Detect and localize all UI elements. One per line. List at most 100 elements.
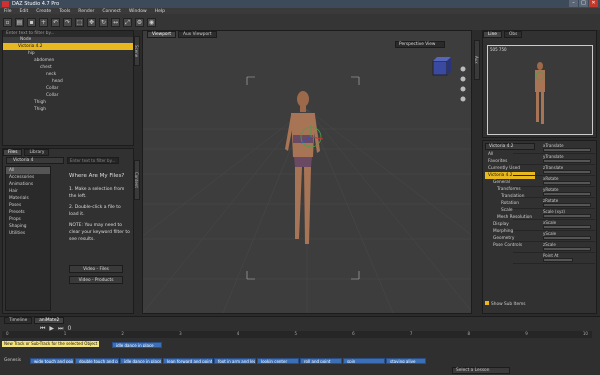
scene-item[interactable]: neck [3,71,133,78]
tick: 6 [352,331,355,336]
clip[interactable]: idle dance in place [120,358,162,364]
category-item[interactable]: Shaping [6,223,50,230]
clip[interactable]: roll and point [300,358,342,364]
clip-upper[interactable]: idle dance in place [112,342,162,348]
viewport-panel[interactable]: Viewport Aux Viewport Perspective View [142,30,472,314]
param-slider[interactable] [543,236,591,240]
scene-item[interactable]: abdomen [3,57,133,64]
clip[interactable]: spin [343,358,385,364]
tab-aux-viewport[interactable]: Aux Viewport [178,31,217,38]
category-item[interactable]: Presets [6,209,50,216]
scene-item-figure[interactable]: Victoria 4.2 [3,43,133,50]
rotate-tool-icon[interactable]: ↻ [99,17,108,27]
scene-item[interactable]: Thigh [3,99,133,106]
tab-animate2[interactable]: aniMate2 [34,317,65,324]
tab-viewport[interactable]: Viewport [147,31,177,38]
view-cube-icon[interactable] [432,57,451,76]
scene-item[interactable]: hip [3,50,133,57]
files-dropdown[interactable]: Victoria 4 [6,157,64,164]
scene-3d-view[interactable] [143,39,471,313]
param-y-translate[interactable]: yTranslate [513,154,595,165]
clip[interactable]: double touch and point [75,358,119,364]
param-z-translate[interactable]: zTranslate [513,165,595,176]
clip[interactable]: lean forward and point [163,358,213,364]
param-y-scale[interactable]: yScale [513,231,595,242]
param-z-rotate[interactable]: zRotate [513,198,595,209]
param-slider[interactable] [543,225,591,229]
timeline-ruler[interactable]: 0 1 2 3 4 5 6 7 8 9 10 [2,331,592,338]
clip[interactable]: wide touch and point [30,358,74,364]
menu-file[interactable]: File [4,9,12,14]
scene-item[interactable]: head [3,78,133,85]
param-slider[interactable] [543,214,591,218]
aux-side-tab[interactable]: Aux [474,40,480,80]
category-item-selected[interactable]: All [6,167,50,174]
category-item[interactable]: Utilities [6,230,50,237]
lesson-select[interactable]: Select a Lesson [452,367,510,374]
render-settings-icon[interactable]: ⚙ [135,17,144,27]
param-slider[interactable] [543,170,591,174]
scene-item[interactable]: Collar [3,92,133,99]
menu-tools[interactable]: Tools [59,9,70,14]
param-slider[interactable] [543,192,591,196]
clip[interactable]: staying alive [386,358,426,364]
param-y-rotate[interactable]: yRotate [513,187,595,198]
param-scale[interactable]: Scale (xyz) [513,209,595,220]
tab-line[interactable]: Line [483,31,502,38]
scale-tool-icon[interactable]: ⤢ [123,17,132,27]
scene-item[interactable]: chest [3,64,133,71]
param-slider[interactable] [543,203,591,207]
merge-icon[interactable]: + [39,17,48,27]
node-selection-icon[interactable]: ⬚ [75,17,84,27]
category-item[interactable]: Materials [6,195,50,202]
close-button[interactable]: ✕ [589,0,598,7]
camera-controls[interactable] [460,66,466,102]
render-icon[interactable]: ◉ [147,17,156,27]
content-side-tab[interactable]: Content [134,160,140,200]
param-x-rotate[interactable]: xRotate [513,176,595,187]
menu-connect[interactable]: Connect [102,9,121,14]
universal-tool-icon[interactable]: ✥ [87,17,96,27]
redo-icon[interactable]: ↷ [63,17,72,27]
scene-item[interactable]: Thigh [3,106,133,113]
param-slider[interactable] [543,181,591,185]
category-item[interactable]: Hair [6,188,50,195]
tab-library[interactable]: Library [24,149,50,156]
open-icon[interactable]: ▤ [15,17,24,27]
param-z-scale[interactable]: zScale [513,242,595,253]
save-icon[interactable]: ▪ [27,17,36,27]
tab-files[interactable]: Files [3,149,23,156]
undo-icon[interactable]: ↶ [51,17,60,27]
video-products-button[interactable]: Video - Products [69,276,123,284]
scene-side-tab[interactable]: Scene [134,36,140,66]
tab-timeline[interactable]: Timeline [4,317,33,324]
menu-help[interactable]: Help [155,9,165,14]
param-point-at[interactable]: Point At [513,253,595,264]
category-item[interactable]: Accessories [6,174,50,181]
clip[interactable]: lookin center [257,358,299,364]
param-dropdown[interactable] [543,258,573,262]
menu-window[interactable]: Window [129,9,147,14]
menu-edit[interactable]: Edit [20,9,29,14]
new-scene-icon[interactable]: ▫ [3,17,12,27]
tab-obs[interactable]: Obs [503,31,523,38]
category-item[interactable]: Animations [6,181,50,188]
param-slider[interactable] [543,159,591,163]
menu-create[interactable]: Create [36,9,51,14]
category-item[interactable]: Poses [6,202,50,209]
param-slider[interactable] [543,148,591,152]
files-filter-input[interactable]: Enter text to filter by... [67,157,119,164]
menu-render[interactable]: Render [78,9,94,14]
category-item[interactable]: Props [6,216,50,223]
param-x-translate[interactable]: xTranslate [513,143,595,154]
maximize-button[interactable]: □ [579,0,588,7]
video-files-button[interactable]: Video - Files [69,265,123,273]
clip[interactable]: foot in arm and leg [214,358,256,364]
param-x-scale[interactable]: xScale [513,220,595,231]
minimize-button[interactable]: – [569,0,578,7]
param-slider[interactable] [543,247,591,251]
show-sub-items-checkbox[interactable]: Show Sub Items [485,301,526,307]
translate-tool-icon[interactable]: ↔ [111,17,120,27]
aux-view[interactable]: 505 750 [487,45,593,135]
scene-item[interactable]: Collar [3,85,133,92]
